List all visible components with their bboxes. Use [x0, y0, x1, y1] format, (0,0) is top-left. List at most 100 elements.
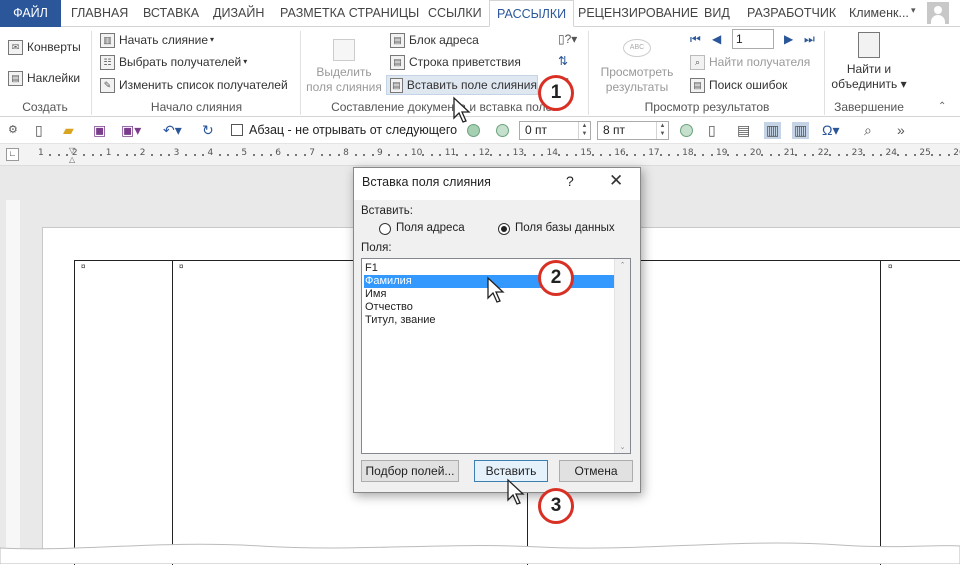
match-fields-icon[interactable]: ⇅ — [558, 54, 568, 68]
page-icon[interactable]: ▤ — [737, 122, 750, 139]
print-preview-icon[interactable]: ⌕ — [864, 122, 872, 139]
highlight-merge-fields-button[interactable]: Выделить поля слияния — [304, 39, 384, 95]
database-fields-radio[interactable] — [498, 223, 510, 235]
options-gear-icon[interactable]: ⚙ — [8, 122, 18, 139]
ruler-tick — [83, 154, 86, 156]
ruler-tick — [591, 154, 594, 156]
ruler-tick — [269, 154, 272, 156]
match-fields-button[interactable]: Подбор полей... — [361, 460, 459, 482]
database-fields-label[interactable]: Поля базы данных — [515, 222, 615, 234]
previous-record-icon[interactable]: ◀ — [712, 32, 721, 46]
tab-home[interactable]: ГЛАВНАЯ — [64, 0, 135, 27]
cell-marker-icon: ¤ — [888, 262, 893, 271]
scroll-up-icon[interactable]: ⌃ — [615, 261, 630, 269]
ruler-tick — [939, 154, 942, 156]
cancel-button[interactable]: Отмена — [559, 460, 633, 482]
line-spacing-icon[interactable] — [680, 124, 693, 137]
address-block-button[interactable]: ▤ Блок адреса — [390, 30, 479, 50]
ruler-tick — [464, 154, 467, 156]
tab-mailings[interactable]: РАССЫЛКИ — [489, 0, 575, 27]
ruler-number: 2 — [139, 148, 146, 158]
ruler-tick — [261, 154, 264, 156]
ruler-tick — [557, 154, 560, 156]
tab-review[interactable]: РЕЦЕНЗИРОВАНИЕ — [571, 0, 705, 27]
avatar[interactable] — [927, 2, 949, 24]
save-icon[interactable]: ▣ — [93, 122, 106, 139]
new-document-icon[interactable]: ▯ — [35, 122, 43, 139]
space-before-spinner[interactable]: ▲ ▼ — [578, 122, 590, 139]
tab-design[interactable]: ДИЗАЙН — [206, 0, 271, 27]
labels-button[interactable]: ▤ Наклейки — [8, 68, 80, 88]
tab-file[interactable]: ФАЙЛ — [0, 0, 61, 27]
group-label-create: Создать — [22, 100, 68, 114]
tab-page-layout[interactable]: РАЗМЕТКА СТРАНИЦЫ — [273, 0, 426, 27]
listbox-scrollbar[interactable]: ⌃ ⌄ — [614, 259, 630, 453]
envelopes-button[interactable]: ✉ Конверты — [8, 37, 81, 57]
more-commands-icon[interactable]: » — [897, 122, 905, 139]
ruler-number: 18 — [682, 148, 694, 158]
ribbon-tab-bar: ФАЙЛ ГЛАВНАЯ ВСТАВКА ДИЗАЙН РАЗМЕТКА СТР… — [0, 0, 960, 27]
start-mail-merge-button[interactable]: ▥ Начать слияние ▾ — [100, 30, 214, 50]
tab-references[interactable]: ССЫЛКИ — [421, 0, 489, 27]
ruler-tick — [880, 154, 883, 156]
scroll-down-icon[interactable]: ⌄ — [615, 443, 630, 451]
preview-results-button[interactable]: ABC Просмотреть результаты — [594, 39, 680, 95]
check-errors-button[interactable]: ▤ Поиск ошибок — [690, 75, 787, 95]
save-as-icon[interactable]: ▣▾ — [121, 122, 141, 139]
ruler-number: 8 — [343, 148, 349, 158]
ruler-number: 1 — [38, 148, 44, 158]
symbol-omega-icon[interactable]: Ω▾ — [822, 122, 840, 139]
list-item[interactable]: Титул, звание — [364, 314, 614, 327]
ruler-tick — [574, 154, 577, 156]
ribbon: ✉ Конверты ▤ Наклейки Создать ▥ Начать слия… — [0, 27, 960, 117]
find-recipient-button[interactable]: ⌕ Найти получателя — [690, 52, 810, 72]
ruler-tick — [235, 154, 238, 156]
find-recipient-icon: ⌕ — [690, 54, 705, 70]
ruler-tick — [761, 154, 764, 156]
ruler-tick — [778, 154, 781, 156]
vertical-ruler[interactable] — [6, 200, 20, 550]
address-fields-radio[interactable] — [379, 223, 391, 235]
ruler-tick — [422, 154, 425, 156]
open-folder-icon[interactable]: ▰ — [63, 122, 74, 139]
space-before-input[interactable]: 0 пт ▲ ▼ — [519, 121, 591, 140]
help-button[interactable]: ? — [566, 173, 574, 189]
ruler-number: 17 — [648, 148, 660, 158]
tab-selector-icon[interactable]: ∟ — [6, 148, 19, 161]
ruler-tick — [600, 154, 603, 156]
close-icon[interactable]: ✕ — [609, 171, 623, 191]
finish-merge-button[interactable]: Найти и объединить ▾ — [826, 32, 912, 92]
last-record-icon[interactable]: ⏭ — [804, 32, 815, 47]
indent-marker-icon[interactable]: ▽ △ — [69, 146, 75, 164]
ruler-number: 13 — [512, 148, 525, 158]
redo-icon[interactable]: ↻ — [202, 122, 214, 139]
address-fields-label[interactable]: Поля адреса — [396, 222, 465, 234]
record-number-input[interactable]: 1 — [732, 29, 774, 49]
tab-insert[interactable]: ВСТАВКА — [136, 0, 206, 27]
space-after-input[interactable]: 8 пт ▲ ▼ — [597, 121, 669, 140]
undo-icon[interactable]: ↶▾ — [163, 122, 182, 139]
tab-developer[interactable]: РАЗРАБОТЧИК — [740, 0, 843, 27]
greeting-line-button[interactable]: ▤ Строка приветствия — [390, 52, 521, 72]
select-recipients-button[interactable]: ☷ Выбрать получателей ▾ — [100, 52, 247, 72]
list-item[interactable]: F1 — [364, 262, 614, 275]
view-mode-alt-icon[interactable]: ▥ — [792, 122, 810, 139]
user-dropdown-icon[interactable]: ▾ — [911, 5, 916, 16]
user-name[interactable]: Клименк... — [842, 0, 916, 27]
tab-view[interactable]: ВИД — [697, 0, 737, 27]
table-border — [172, 260, 173, 565]
ruler-tick — [871, 154, 874, 156]
dialog-body: Вставить: Поля адреса Поля базы данных П… — [354, 200, 640, 492]
paragraph-icon[interactable]: ▯ — [708, 122, 716, 139]
first-record-icon[interactable]: ⏮ — [690, 32, 701, 47]
keep-with-next-checkbox[interactable] — [231, 124, 243, 136]
next-record-icon[interactable]: ▶ — [784, 32, 793, 46]
space-after-spinner[interactable]: ▲ ▼ — [656, 122, 668, 139]
edit-recipient-list-button[interactable]: ✎ Изменить список получателей — [100, 75, 288, 95]
horizontal-ruler[interactable]: ∟ 1 2 1 2 3 4 5 6 7 8 9 10 11 12 13 14 15 16 17 18 19 20 21 22 2… — [0, 144, 960, 166]
ruler-tick — [363, 154, 366, 156]
insert-merge-field-button[interactable]: ▤ Вставить поле слияния — [386, 75, 538, 95]
collapse-ribbon-icon[interactable]: ⌃ — [938, 101, 946, 112]
view-mode-icon[interactable]: ▥ — [764, 122, 782, 139]
rules-icon[interactable]: ▯?▾ — [558, 32, 577, 46]
